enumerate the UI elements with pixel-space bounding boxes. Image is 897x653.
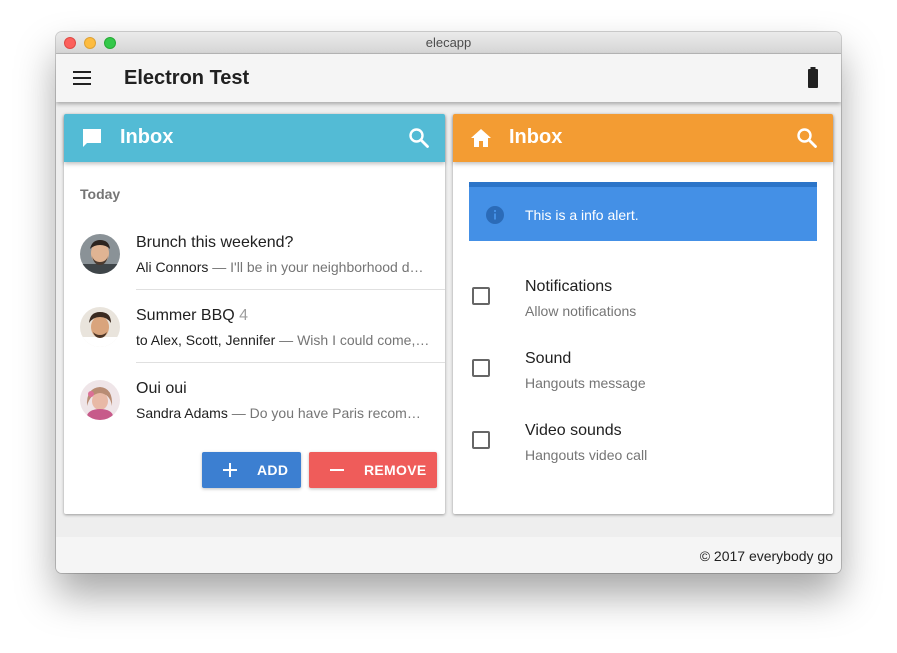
window-title: elecapp (425, 35, 472, 50)
divider (136, 289, 445, 290)
avatar (80, 380, 120, 420)
settings-toolbar: Inbox (453, 114, 833, 162)
inbox-toolbar: Inbox (64, 114, 445, 162)
app-bar: Electron Test (56, 54, 841, 102)
item-title: Oui oui (136, 380, 187, 397)
minus-icon (330, 469, 344, 471)
sound-checkbox[interactable] (472, 359, 490, 377)
item-snippet: Ali Connors — I'll be in your neighborho… (136, 259, 430, 275)
add-button[interactable]: ADD (202, 452, 301, 488)
toolbar-title: Inbox (120, 126, 174, 148)
alert-text: This is a info alert. (525, 207, 639, 223)
remove-button-label: REMOVE (364, 462, 427, 478)
item-title: Brunch this weekend? (136, 234, 294, 251)
avatar (80, 234, 120, 274)
setting-sound: Sound Hangouts message (453, 334, 833, 406)
info-icon (486, 206, 504, 224)
search-icon[interactable] (407, 126, 431, 150)
inbox-card: Inbox Today Brunch this weekend? Ali Con… (64, 114, 445, 514)
setting-title: Sound (525, 350, 572, 367)
footer-copyright: © 2017 everybody go (699, 548, 833, 564)
window-titlebar[interactable]: elecapp (56, 32, 841, 54)
battery-icon (808, 67, 818, 88)
unread-count: 4 (239, 307, 249, 324)
item-snippet: Sandra Adams — Do you have Paris recomme… (136, 405, 430, 421)
notifications-checkbox[interactable] (472, 287, 490, 305)
setting-title: Notifications (525, 278, 613, 295)
menu-icon[interactable] (72, 70, 92, 86)
main-content: Inbox Today Brunch this weekend? Ali Con… (56, 102, 841, 537)
setting-notifications: Notifications Allow notifications (453, 262, 833, 334)
add-button-label: ADD (257, 462, 289, 478)
list-item[interactable]: Oui oui Sandra Adams — Do you have Paris… (64, 364, 445, 436)
home-icon[interactable] (469, 126, 493, 150)
setting-subtitle: Hangouts video call (525, 447, 648, 463)
list-item[interactable]: Summer BBQ 4 to Alex, Scott, Jennifer — … (64, 291, 445, 363)
toolbar-title: Inbox (509, 126, 563, 148)
info-alert: This is a info alert. (469, 182, 817, 241)
setting-subtitle: Hangouts message (525, 375, 646, 391)
footer: © 2017 everybody go (56, 537, 841, 573)
video-sounds-checkbox[interactable] (472, 431, 490, 449)
plus-icon (223, 463, 237, 477)
app-window: elecapp Electron Test Inbox Today Brunch… (56, 32, 841, 573)
remove-button[interactable]: REMOVE (309, 452, 437, 488)
list-subheader: Today (80, 186, 121, 202)
avatar (80, 307, 120, 347)
settings-card: Inbox This is a info alert. Notification… (453, 114, 833, 514)
search-icon[interactable] (795, 126, 819, 150)
setting-title: Video sounds (525, 422, 622, 439)
divider (136, 362, 445, 363)
item-snippet: to Alex, Scott, Jennifer — Wish I could … (136, 332, 430, 348)
item-title: Summer BBQ 4 (136, 307, 249, 324)
setting-video-sounds: Video sounds Hangouts video call (453, 406, 833, 478)
list-item[interactable]: Brunch this weekend? Ali Connors — I'll … (64, 218, 445, 290)
setting-subtitle: Allow notifications (525, 303, 637, 319)
chat-bubble-icon[interactable] (80, 126, 104, 150)
app-title: Electron Test (124, 67, 250, 89)
